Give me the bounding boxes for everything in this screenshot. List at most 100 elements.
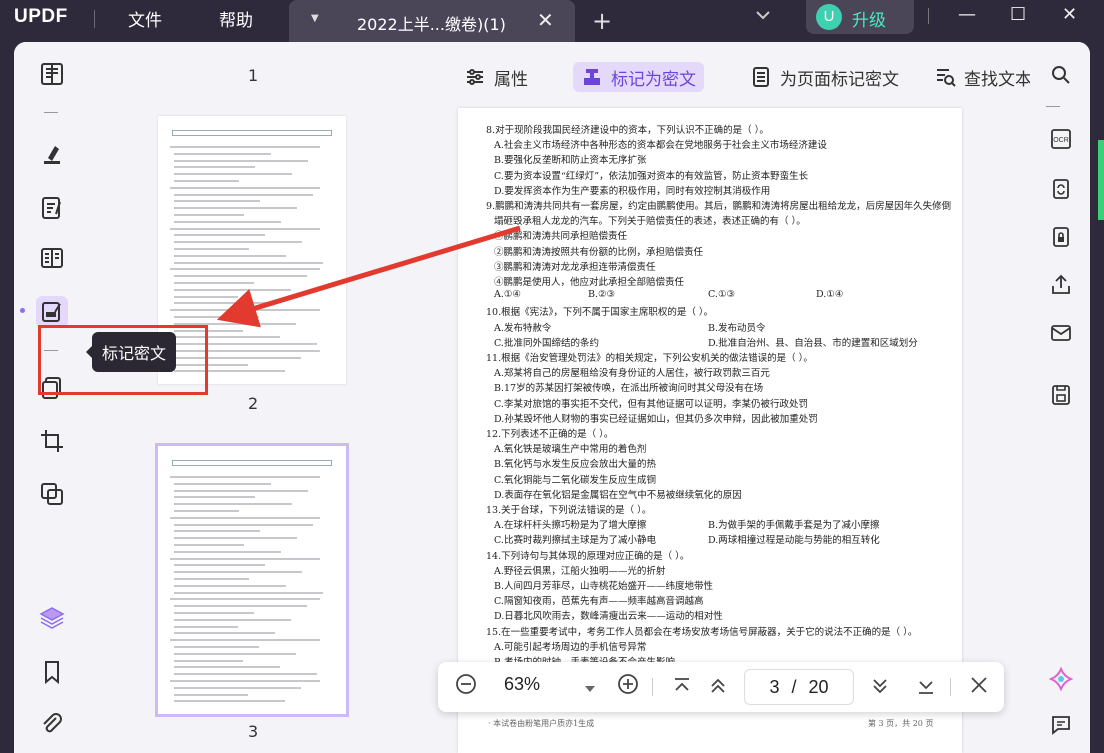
tab-title: 2022上半...缴卷)(1): [357, 15, 506, 34]
redact-mark-icon: [584, 69, 600, 85]
new-tab-icon[interactable]: +: [592, 7, 612, 35]
tab-close-icon[interactable]: ✕: [537, 8, 554, 32]
mark-page-redact-button[interactable]: 为页面标记密文: [750, 62, 899, 92]
upgrade-button[interactable]: U 升级: [806, 0, 914, 34]
toolbar-divider: [44, 112, 58, 113]
zoom-separator-2: [950, 678, 951, 696]
thumb-text-line: [174, 612, 254, 614]
thumb-text-line: [174, 571, 302, 574]
zoom-in-icon[interactable]: [616, 672, 640, 701]
comment-icon[interactable]: [36, 138, 68, 170]
previous-page-icon[interactable]: [706, 674, 730, 703]
redact-toolbar: 属性 标记为密文 为页面标记密文 查找文本: [430, 42, 1030, 106]
current-page[interactable]: 3: [769, 677, 779, 698]
minimize-icon[interactable]: —: [958, 4, 976, 25]
ai-assistant-icon[interactable]: [1048, 666, 1074, 692]
attachment-icon[interactable]: [36, 708, 68, 740]
option-text: D.要发挥资本作为生产要素的积极作用，同时有效控制其消极作用: [494, 185, 771, 197]
crop-icon[interactable]: [36, 425, 68, 457]
thumb-text-line: [174, 591, 323, 594]
thumb-text-line: [174, 248, 249, 250]
thumb-text-line: [174, 288, 291, 291]
save-icon[interactable]: [1048, 382, 1074, 408]
option-text: B.氧化钙与水发生反应会放出大量的热: [494, 459, 657, 471]
option-text: D.两球相撞过程是动能与势能的相互转化: [708, 535, 880, 547]
close-zoombar-icon[interactable]: [968, 674, 990, 701]
thumb-text-line: [174, 282, 254, 284]
thumb-text-line: [174, 482, 271, 485]
convert-icon[interactable]: [1048, 176, 1074, 202]
redact-icon[interactable]: [36, 296, 68, 328]
document-page[interactable]: 8.对于现阶段我国民经济建设中的资本，下列认识不正确的是（ ）。 A.社会主义市场…: [458, 108, 962, 753]
thumb-text-line: [174, 578, 249, 580]
edit-icon[interactable]: [36, 192, 68, 224]
close-window-icon[interactable]: ✕: [1062, 4, 1077, 25]
ocr-icon[interactable]: OCR: [1048, 126, 1074, 152]
option-text: C.要为资本设置“红绿灯”，依法加强对资本的有效监管，防止资本野蛮生长: [494, 170, 809, 182]
thumbnail-page-3[interactable]: [155, 443, 349, 717]
option-text: A.发布特赦令: [494, 322, 552, 334]
thumb-text-line: [174, 530, 260, 533]
thumb-text-line: [174, 584, 286, 587]
svg-text:OCR: OCR: [1053, 137, 1069, 144]
document-tab[interactable]: ▼ 2022上半...缴卷)(1) ✕: [289, 0, 575, 42]
menu-help[interactable]: 帮助: [219, 6, 253, 31]
thumb-text-line: [170, 309, 320, 312]
search-icon[interactable]: [1048, 62, 1074, 88]
option-text: ②鹏鹏和涛涛按照共有份额的比例，承担赔偿责任: [494, 246, 704, 258]
thumbnail-page-2[interactable]: [158, 116, 346, 384]
feedback-icon[interactable]: [1048, 712, 1074, 738]
protect-icon[interactable]: [1048, 224, 1074, 250]
option-text: D.孙某毁坏他人财物的事实已经证据如山，但其仍多次申辩，因此被加重处罚: [494, 413, 818, 425]
zoom-dropdown-icon[interactable]: [584, 678, 596, 699]
first-page-icon[interactable]: [670, 674, 694, 703]
thumb-text-line: [174, 302, 275, 305]
question-text: 14.下列诗句与其体现的原理对应正确的是（ ）。: [486, 550, 690, 562]
mark-redact-button[interactable]: 标记为密文: [573, 62, 704, 92]
menu-file[interactable]: 文件: [128, 6, 162, 31]
next-page-icon[interactable]: [868, 674, 892, 703]
layers-icon[interactable]: [36, 602, 68, 634]
find-text-button[interactable]: 查找文本: [934, 62, 1030, 92]
thumb-header-3: [172, 460, 332, 466]
thumb-text-line: [174, 254, 286, 257]
properties-button[interactable]: 属性: [464, 62, 528, 92]
option-text: C.①③: [708, 289, 735, 301]
thumb-text-line: [170, 146, 320, 148]
share-icon[interactable]: [1048, 272, 1074, 298]
thumb-text-line: [174, 295, 238, 298]
bookmark-icon[interactable]: [36, 656, 68, 688]
option-text: C.比赛时裁判擦拭主球是为了减小静电: [494, 535, 656, 547]
option-text: B.要强化反垄断和防止资本无序扩张: [494, 155, 647, 167]
thumb-text-line: [170, 350, 320, 352]
zoom-value[interactable]: 63%: [504, 674, 540, 695]
reader-icon[interactable]: [36, 58, 68, 90]
option-text: D.批准自治州、县、自治县、市的建置和区域划分: [708, 337, 918, 349]
tab-dropdown-icon[interactable]: ▼: [311, 13, 319, 24]
thumb-text-line: [174, 166, 255, 169]
thumb-text-line: [170, 268, 320, 271]
option-text: C.批准同外国缔结的条约: [494, 337, 599, 349]
mail-icon[interactable]: [1048, 320, 1074, 346]
question-text: 8.对于现阶段我国民经济建设中的资本，下列认识不正确的是（ ）。: [486, 125, 769, 136]
thumb-text-line: [174, 523, 313, 526]
option-text: 塌砸毁承租人龙龙的汽车。下列关于赔偿责任的表述，表述正确的有（ ）。: [494, 216, 806, 228]
zoom-out-icon[interactable]: [454, 672, 478, 701]
option-text: B.发布动员令: [708, 322, 766, 334]
thumb-text-line: [174, 329, 243, 332]
last-page-icon[interactable]: [914, 674, 938, 703]
organize-icon[interactable]: [36, 372, 68, 404]
thumb-text-line: [174, 550, 281, 553]
thumb-header: [172, 130, 332, 136]
page-indicator[interactable]: 3 / 20: [744, 669, 854, 705]
sliders-icon: [467, 69, 483, 85]
form-icon[interactable]: [36, 242, 68, 274]
find-text-icon: [937, 69, 956, 87]
thumb-text-line: [174, 152, 271, 155]
thumb-text-line: [174, 673, 317, 676]
thumb-text-line: [170, 476, 320, 478]
combine-icon[interactable]: [36, 478, 68, 510]
left-toolbar: [14, 42, 90, 753]
maximize-icon[interactable]: ☐: [1010, 4, 1026, 25]
chevron-down-icon[interactable]: [755, 9, 771, 25]
